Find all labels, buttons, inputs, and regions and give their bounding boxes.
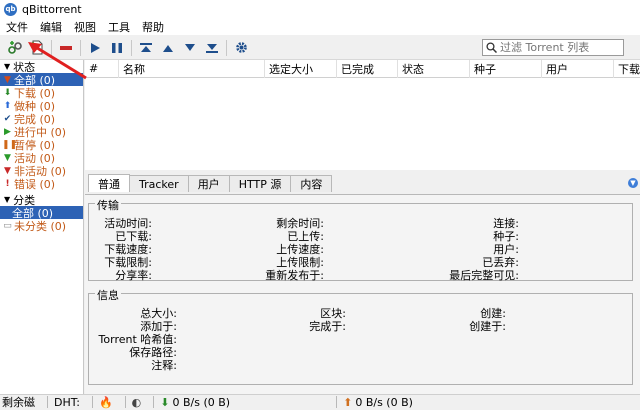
status-divider [153,396,155,408]
upload-arrow-icon: ⬆ [343,395,353,409]
resume-icon[interactable] [84,38,106,58]
complete-icon: ✔ [3,113,12,124]
status-errored[interactable]: ! 错误 (0) [0,177,83,191]
collapse-triangle-icon: ▼ [4,62,11,71]
app-logo-icon: qb [4,2,17,16]
info-title: 信息 [95,287,121,303]
paused-icon: ❚❚ [2,139,18,150]
move-top-icon[interactable] [135,38,157,58]
info-group: 信息 总大小: 添加于: Torrent 哈希值: 保存路径: 注释: 区块: … [88,287,633,385]
title-bar: qb qBittorrent [0,0,640,18]
field-label: 注释: [151,359,177,372]
all-icon: ▼ [4,74,11,85]
toolbar-divider [80,39,81,56]
status-divider [47,396,48,408]
options-icon[interactable] [230,38,252,58]
toolbar-divider [131,39,132,56]
status-divider [91,396,93,408]
uncategorized-icon: ▭ [3,220,12,231]
tab-http-sources[interactable]: HTTP 源 [228,175,292,192]
window-title: qBittorrent [22,2,82,16]
field-label: 完成于: [309,320,346,333]
tab-peers[interactable]: 用户 [187,175,230,192]
menu-file[interactable]: 文件 [0,19,34,35]
seed-icon: ⬆ [3,100,12,111]
menu-help[interactable]: 帮助 [136,19,170,35]
column-header[interactable]: 用户 [542,59,614,78]
status-divider [336,396,338,408]
toolbar-divider [226,39,227,56]
tab-general[interactable]: 普通 [88,174,130,192]
tab-content[interactable]: 内容 [290,175,333,192]
remove-icon[interactable] [55,38,77,58]
torrent-table-header: # 名称 选定大小 已完成 状态 种子 用户 下载 [85,59,640,78]
move-up-icon[interactable] [157,38,179,58]
column-header[interactable]: 种子 [470,59,542,78]
upload-speed[interactable]: ⬆ 0 B/s (0 B) [343,396,413,409]
column-header[interactable]: 名称 [119,59,265,78]
error-icon: ! [5,178,10,189]
column-header[interactable]: 下载 [614,60,640,78]
column-header[interactable]: 选定大小 [265,59,337,78]
disk-status: 剩余磁 [2,396,35,409]
category-uncategorized[interactable]: ▭ 未分类 (0) [0,219,83,233]
menu-view[interactable]: 视图 [68,19,102,35]
field-label: 重新发布于: [265,269,324,282]
collapse-panel-icon[interactable]: ▼ [628,178,638,188]
column-header[interactable]: 已完成 [337,59,398,78]
pause-icon[interactable] [106,38,128,58]
toolbar-divider [51,39,52,56]
properties-panel: 传输 活动时间: 已下载: 下载速度: 下载限制: 分享率: 剩余时间: 已上传… [85,194,640,394]
status-divider [124,396,126,408]
move-bottom-icon[interactable] [201,38,223,58]
collapse-triangle-icon: ▼ [4,195,11,204]
column-header[interactable]: # [85,59,119,78]
menu-edit[interactable]: 编辑 [34,19,68,35]
speed-limit-icon[interactable]: ◐ [132,396,142,409]
filter-input[interactable] [500,41,618,54]
properties-tabs: 普通 Tracker 用户 HTTP 源 内容 ▼ [85,174,640,192]
active-transfer-icon: ▶ [4,126,11,137]
field-label: 创建于: [469,320,506,333]
add-file-icon[interactable] [26,38,48,58]
transfer-title: 传输 [95,197,121,213]
add-link-icon[interactable] [4,38,26,58]
filter-box[interactable] [482,39,624,56]
column-header[interactable]: 状态 [398,59,470,78]
field-label: 分享率: [115,269,152,282]
status-bar: 剩余磁 DHT: 🔥 ◐ ⬇ 0 B/s (0 B) ⬆ 0 B/s (0 B) [0,394,640,409]
torrent-list[interactable] [85,78,640,170]
field-label: 最后完整可见: [449,269,519,282]
connection-icon[interactable]: 🔥 [99,396,113,409]
search-icon [486,42,497,53]
menu-tools[interactable]: 工具 [102,19,136,35]
sidebar: ▼ 状态 ▼ 全部 (0) ⬇ 下载 (0) ⬆ 做种 (0) ✔ 完成 (0)… [0,60,84,394]
menu-bar: 文件 编辑 视图 工具 帮助 [0,18,640,35]
download-arrow-icon: ⬇ [160,395,170,409]
move-down-icon[interactable] [179,38,201,58]
main-area: # 名称 选定大小 已完成 状态 种子 用户 下载 普通 Tracker 用户 … [85,59,640,394]
active-icon: ▼ [4,152,11,163]
dht-status: DHT: [54,395,80,409]
inactive-icon: ▼ [4,165,11,176]
tab-tracker[interactable]: Tracker [129,175,189,192]
transfer-group: 传输 活动时间: 已下载: 下载速度: 下载限制: 分享率: 剩余时间: 已上传… [88,197,633,282]
download-icon: ⬇ [3,87,12,98]
download-speed[interactable]: ⬇ 0 B/s (0 B) [160,396,230,409]
toolbar [0,36,640,60]
